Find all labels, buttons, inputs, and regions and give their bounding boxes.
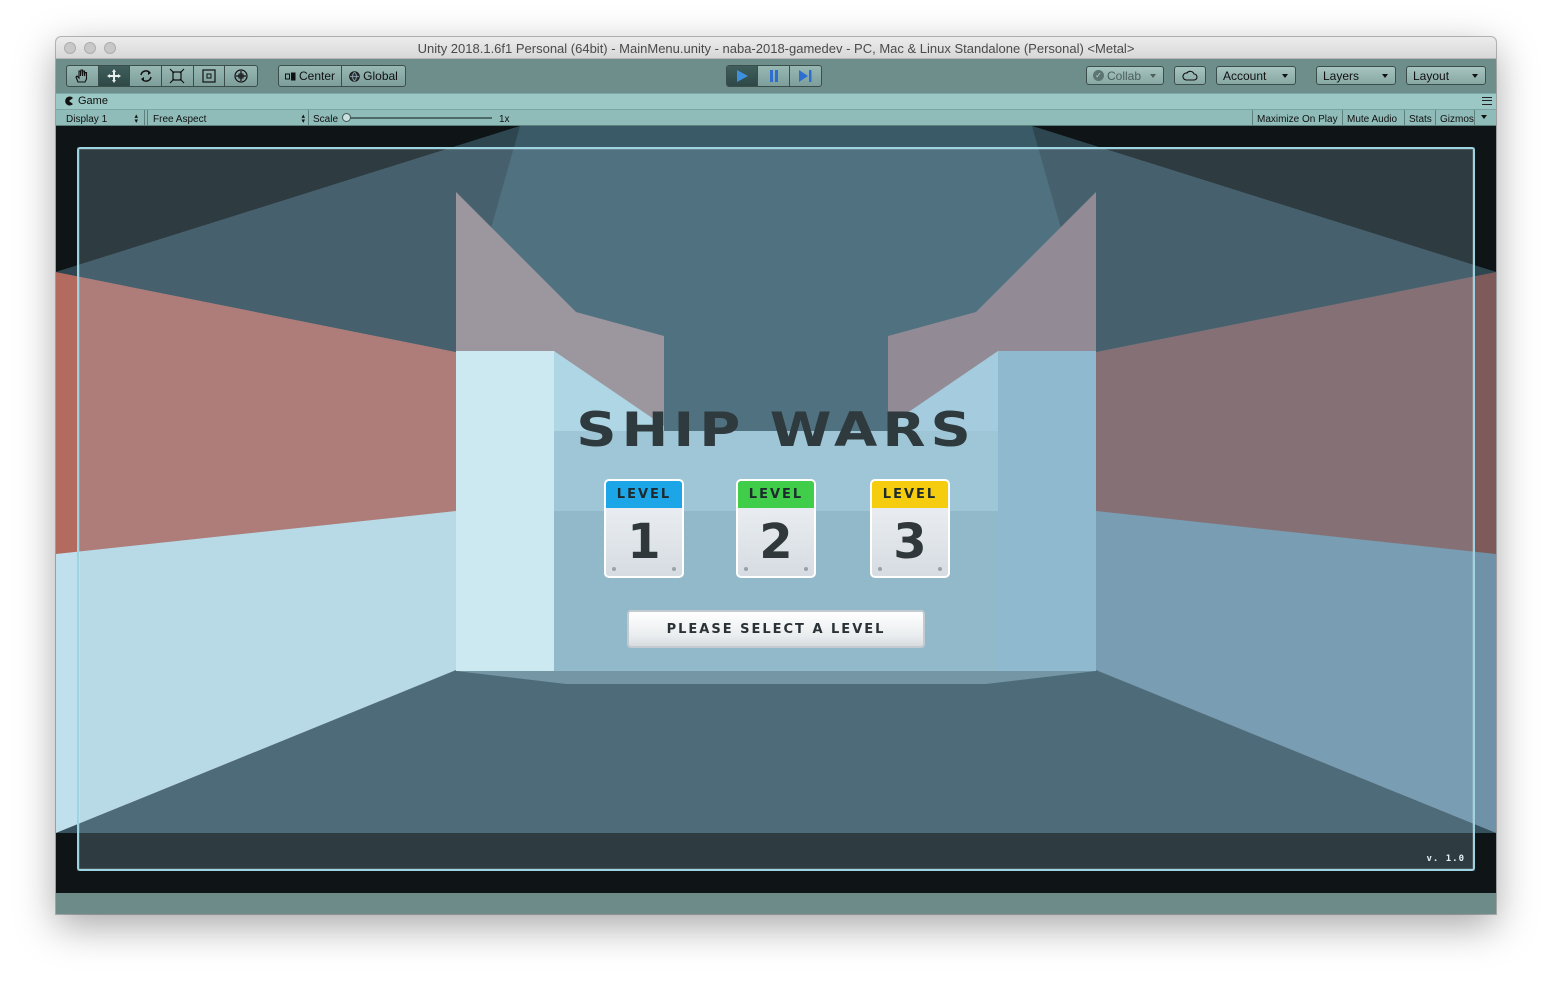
window-title: Unity 2018.1.6f1 Personal (64bit) - Main… [417, 41, 1135, 56]
game-tab-bar: Game [56, 93, 1496, 109]
transform-tools [66, 65, 258, 87]
version-label: v. 1.0 [1426, 854, 1465, 864]
game-title: SHIP WARS [576, 402, 976, 459]
scale-tool-button[interactable] [162, 66, 194, 86]
aspect-label: Free Aspect [153, 113, 207, 125]
aspect-dropdown[interactable]: Free Aspect ▴ ▾ [153, 112, 305, 126]
rotate-tool-button[interactable] [130, 66, 163, 86]
pivot-mode-button[interactable]: Center [279, 66, 343, 86]
level-number: 2 [736, 508, 816, 578]
rect-tool-button[interactable] [194, 66, 226, 86]
display-label: Display 1 [66, 113, 108, 125]
main-toolbar: Center Global ✓ Collab Account Layers La… [56, 59, 1496, 93]
layers-dropdown[interactable]: Layers [1316, 66, 1396, 85]
collab-label: Collab [1107, 68, 1142, 83]
gizmos-toggle[interactable]: Gizmos [1440, 112, 1474, 126]
title-bar: Unity 2018.1.6f1 Personal (64bit) - Main… [56, 37, 1496, 59]
level-number: 3 [870, 508, 950, 578]
rivet-icon [744, 567, 748, 571]
level-header: LEVEL [736, 479, 816, 508]
gizmos-dropdown-arrow[interactable] [1481, 115, 1487, 119]
rivet-icon [878, 567, 882, 571]
pivot-mode-label: Center [298, 69, 336, 83]
globe-icon [349, 70, 360, 82]
level-number-text: 2 [759, 514, 793, 570]
cloud-icon [1182, 70, 1198, 81]
level-header: LEVEL [870, 479, 950, 508]
play-icon [737, 70, 749, 82]
transform-tool-button[interactable] [225, 66, 257, 86]
maximize-on-play-toggle[interactable]: Maximize On Play [1257, 112, 1338, 126]
rivet-icon [938, 567, 942, 571]
rect-tool-icon [202, 69, 216, 83]
pivot-controls: Center Global [278, 65, 406, 87]
unity-window: Unity 2018.1.6f1 Personal (64bit) - Main… [56, 37, 1496, 914]
check-icon: ✓ [1093, 70, 1104, 81]
rivet-icon [672, 567, 676, 571]
step-button[interactable] [790, 66, 821, 86]
playback-controls [726, 65, 822, 87]
move-tool-button[interactable] [98, 66, 131, 86]
updown-arrows-icon: ▴ ▾ [134, 113, 138, 125]
move-tool-icon [107, 69, 121, 83]
game-tab-label: Game [78, 95, 108, 107]
level-number-text: 1 [627, 514, 661, 570]
pivot-space-button[interactable]: Global [342, 66, 405, 86]
chevron-down-icon [1472, 74, 1478, 78]
level-header: LEVEL [604, 479, 684, 508]
layers-label: Layers [1323, 68, 1360, 83]
cloud-button[interactable] [1174, 66, 1206, 85]
game-viewport: SHIP WARS LEVEL 1 LEVEL 2 LEVEL 3 PLEASE… [56, 126, 1496, 893]
tab-menu-icon[interactable] [1482, 97, 1492, 105]
status-bar [56, 893, 1496, 914]
collab-dropdown[interactable]: ✓ Collab [1086, 66, 1164, 85]
level-1-button[interactable]: LEVEL 1 [604, 479, 684, 578]
scale-slider-thumb[interactable] [342, 113, 351, 122]
chevron-down-icon [1382, 74, 1388, 78]
rivet-icon [804, 567, 808, 571]
chevron-down-icon [1150, 74, 1156, 78]
level-3-button[interactable]: LEVEL 3 [870, 479, 950, 578]
level-number: 1 [604, 508, 684, 578]
level-number-text: 3 [893, 514, 927, 570]
mute-audio-toggle[interactable]: Mute Audio [1347, 112, 1397, 126]
scale-value: 1x [499, 113, 510, 125]
hand-tool-icon [75, 69, 88, 83]
pivot-center-icon [284, 72, 296, 80]
account-label: Account [1223, 68, 1267, 83]
game-view-toolbar: Display 1 ▴ ▾ Free Aspect ▴ ▾ Scale 1x Max… [56, 109, 1496, 126]
level-2-button[interactable]: LEVEL 2 [736, 479, 816, 578]
select-level-prompt: PLEASE SELECT A LEVEL [627, 610, 925, 648]
rotate-tool-icon [139, 70, 152, 82]
play-button[interactable] [727, 66, 759, 86]
tab-game[interactable]: Game [64, 95, 108, 107]
stats-toggle[interactable]: Stats [1409, 112, 1432, 126]
account-dropdown[interactable]: Account [1216, 66, 1296, 85]
scale-label: Scale [313, 113, 339, 125]
display-dropdown[interactable]: Display 1 ▴ ▾ [66, 112, 138, 126]
pause-icon [769, 70, 778, 82]
pivot-space-label: Global [363, 69, 398, 83]
layout-label: Layout [1413, 68, 1450, 83]
hand-tool-button[interactable] [67, 66, 99, 86]
transform-tool-icon [234, 69, 248, 83]
scale-tool-icon [169, 68, 185, 84]
scale-slider[interactable] [342, 113, 492, 122]
updown-arrows-icon: ▴ ▾ [301, 113, 305, 125]
pacman-icon [65, 96, 73, 106]
step-icon [799, 70, 812, 82]
pause-button[interactable] [758, 66, 790, 86]
rivet-icon [612, 567, 616, 571]
layout-dropdown[interactable]: Layout [1406, 66, 1486, 85]
chevron-down-icon [1282, 74, 1288, 78]
